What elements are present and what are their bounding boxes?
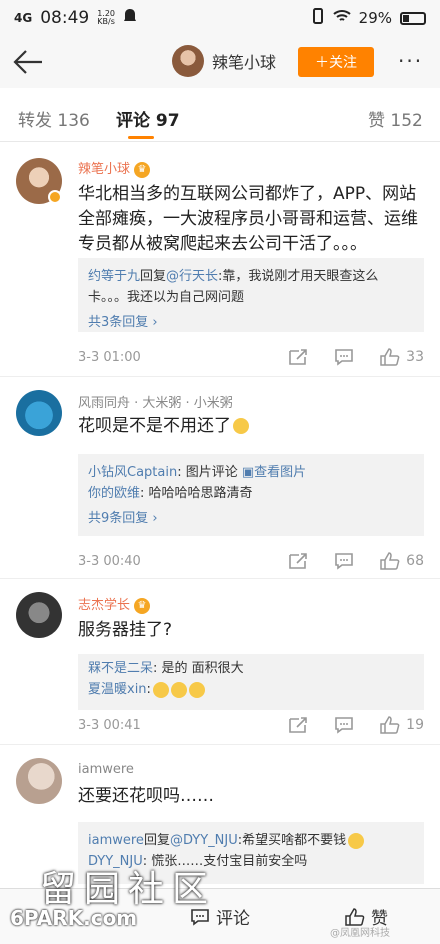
avatar[interactable] [16, 592, 62, 638]
comment-text: 服务器挂了? [78, 620, 173, 640]
comment-author[interactable]: 风雨同舟 · 大米粥 · 小米粥 [78, 392, 233, 411]
like-button[interactable]: 68 [380, 552, 424, 570]
emoji-icon [152, 681, 169, 698]
back-arrow-icon[interactable] [12, 46, 44, 78]
watermark-corner: @凤凰网科技 [330, 928, 390, 939]
reply-box[interactable]: 约等于九回复@行天长:靠，我说刚才用天眼查这么卡。。。我还以为自己网问题 共3条… [78, 258, 424, 332]
comment-icon[interactable] [334, 348, 354, 366]
comment-time: 3-3 00:41 [78, 717, 141, 733]
image-link[interactable]: ▣查看图片 [242, 465, 306, 480]
battery-icon [400, 11, 426, 25]
notification-icon [123, 8, 137, 28]
divider [0, 744, 440, 745]
avatar[interactable] [172, 45, 204, 77]
tab-repost[interactable]: 转发 136 [18, 106, 90, 131]
comment-author[interactable]: 志杰学长 ♛ [78, 594, 151, 614]
comment-author[interactable]: 辣笔小球 ♛ [78, 158, 151, 178]
emoji-icon [170, 681, 187, 698]
comment-text: 还要还花呗吗…… [78, 786, 214, 806]
comment-time: 3-3 01:00 [78, 349, 141, 365]
battery-percent: 29% [358, 9, 392, 27]
comment-meta: 3-3 00:40 68 [78, 552, 424, 570]
repost-icon[interactable] [288, 716, 308, 734]
comment-icon[interactable] [334, 552, 354, 570]
comment-text: 花呗是不是不用还了 [78, 414, 424, 439]
comment-icon[interactable] [334, 716, 354, 734]
tab-like[interactable]: 赞 152 [368, 106, 423, 131]
more-replies-link[interactable]: 共9条回复 › [88, 508, 414, 529]
comment-item: 志杰学长 ♛ 服务器挂了? 槑不是二呆: 是的 面积很大 夏温暖xin: 3-3 … [0, 580, 440, 744]
comment-meta: 3-3 00:41 19 [78, 716, 424, 734]
reply-line: 槑不是二呆: 是的 面积很大 [88, 661, 244, 676]
bottom-comment-button[interactable]: 评论 [190, 904, 250, 929]
like-button[interactable]: 33 [380, 348, 424, 366]
reply-box[interactable]: 槑不是二呆: 是的 面积很大 夏温暖xin: [78, 654, 424, 710]
status-bar: 4G 08:49 1.20 KB/s 29% [0, 0, 440, 36]
status-time: 08:49 [40, 8, 90, 28]
comment-icon [191, 908, 209, 926]
follow-button[interactable]: ＋关注 [298, 47, 374, 77]
wifi-icon [332, 9, 351, 27]
thumb-up-icon [380, 552, 400, 570]
nav-username: 辣笔小球 [212, 53, 277, 72]
reply-box[interactable]: 小钻风Captain: 图片评论 ▣查看图片 你的欧维: 哈哈哈哈思路清奇 共9… [78, 454, 424, 536]
verified-icon [48, 190, 62, 204]
reply-line: 夏温暖xin: [88, 679, 414, 700]
vibrate-icon [311, 8, 325, 28]
avatar[interactable] [16, 390, 62, 436]
tab-bar: 转发 136 评论 97 赞 152 [0, 90, 440, 142]
reply-line: 你的欧维: 哈哈哈哈思路清奇 [88, 486, 253, 501]
repost-icon[interactable] [288, 348, 308, 366]
repost-icon[interactable] [288, 552, 308, 570]
like-button[interactable]: 19 [380, 716, 424, 734]
signal-indicator: 4G [14, 11, 33, 25]
thumb-up-icon [380, 348, 400, 366]
tab-indicator [128, 136, 154, 139]
nav-bar: 辣笔小球 ＋关注 ··· [0, 36, 440, 88]
crown-icon: ♛ [134, 161, 151, 178]
thumb-up-icon [380, 716, 400, 734]
watermark-url: 6PARK.com [10, 906, 138, 930]
nav-user[interactable]: 辣笔小球 [172, 45, 276, 77]
divider [0, 376, 440, 377]
reply-line: 约等于九回复@行天长:靠，我说刚才用天眼查这么卡。。。我还以为自己网问题 [88, 269, 379, 305]
comment-time: 3-3 00:40 [78, 553, 141, 569]
reply-line: 小钻风Captain: 图片评论 ▣查看图片 [88, 465, 307, 480]
emoji-icon [188, 681, 205, 698]
more-replies-link[interactable]: 共3条回复 › [88, 312, 414, 333]
emoji-icon [348, 832, 365, 849]
tab-comment[interactable]: 评论 97 [116, 106, 180, 131]
comment-author[interactable]: iamwere [78, 762, 134, 777]
thumb-up-icon [345, 907, 365, 926]
comment-item: 风雨同舟 · 大米粥 · 小米粥 花呗是不是不用还了 小钻风Captain: 图… [0, 378, 440, 578]
emoji-icon [233, 418, 249, 434]
reply-line: iamwere回复@DYY_NJU:希望买啥都不要钱 [88, 830, 414, 851]
network-speed: 1.20 KB/s [97, 9, 116, 26]
comment-item: 辣笔小球 ♛ 华北相当多的互联网公司都炸了，APP、网站全部瘫痪，一大波程序员小哥… [0, 144, 440, 376]
avatar[interactable] [16, 758, 62, 804]
divider [0, 578, 440, 579]
more-icon[interactable]: ··· [398, 51, 423, 71]
comment-meta: 3-3 01:00 33 [78, 348, 424, 366]
crown-icon: ♛ [134, 597, 151, 614]
comment-text: 华北相当多的互联网公司都炸了，APP、网站全部瘫痪，一大波程序员小哥哥和运营、运… [78, 184, 418, 254]
